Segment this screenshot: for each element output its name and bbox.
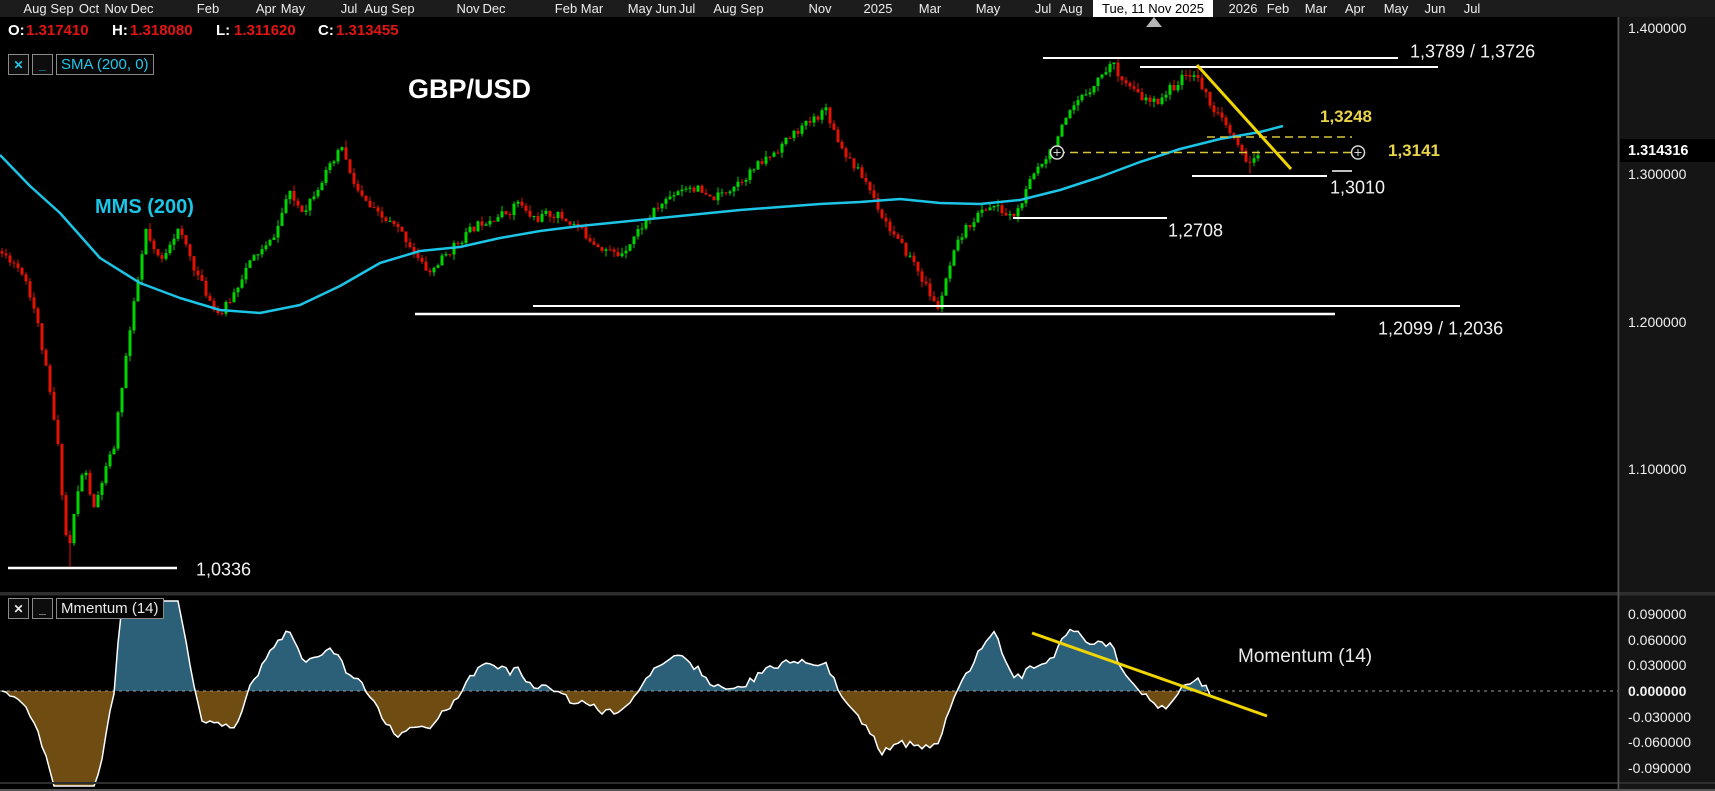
momentum-chip: ✕ _ Mmentum (14) xyxy=(8,598,164,619)
momentum-axis-tick: 0.090000 xyxy=(1628,606,1687,622)
timeline-month: Jun xyxy=(655,1,677,16)
date-highlight-badge: Tue, 11 Nov 2025 xyxy=(1093,0,1213,17)
annotation-label: 1,2708 xyxy=(1168,220,1224,241)
timeline-month: Jul xyxy=(1463,1,1481,16)
price-axis-tick: 1.200000 xyxy=(1628,314,1687,330)
timeline-month: Dec xyxy=(482,1,506,16)
momentum-axis-tick: 0.030000 xyxy=(1628,657,1687,673)
annotation-label: 1,3010 xyxy=(1330,177,1386,198)
timeline-month: Nov xyxy=(808,1,832,16)
timeline-month: Nov xyxy=(456,1,480,16)
timeline-month: Feb xyxy=(1266,1,1290,16)
timeline-month: 2025 xyxy=(863,1,893,16)
timeline-month: 2026 xyxy=(1228,1,1258,16)
ohlc-label-o: O: xyxy=(8,22,25,39)
momentum-series-label: Momentum (14) xyxy=(1238,646,1373,667)
date-pointer-icon xyxy=(1146,17,1162,27)
sma-series-label: MMS (200) xyxy=(95,196,194,218)
timeline-month: Jul xyxy=(1034,1,1052,16)
timeline-month: Aug xyxy=(23,1,47,16)
annotation-label: 1,0336 xyxy=(196,559,252,580)
trading-chart-window: Tue, 11 Nov 2025 Aug Sep Oct Nov Dec Feb Apr Ma… xyxy=(0,0,1715,791)
timeline-month: May xyxy=(627,1,653,16)
main-chart-svg xyxy=(0,17,1715,791)
timeline-month: Sep xyxy=(50,1,74,16)
momentum-axis-tick: -0.060000 xyxy=(1628,734,1692,750)
timeline-month: Jul xyxy=(340,1,358,16)
timeline-month: Sep xyxy=(391,1,415,16)
current-price-value: 1.314316 xyxy=(1628,142,1689,159)
price-axis-tick: 1.300000 xyxy=(1628,166,1687,182)
ohlc-label-c: C: xyxy=(318,22,334,39)
timeline-month: Aug xyxy=(364,1,388,16)
date-highlight-label: Tue, 11 Nov 2025 xyxy=(1102,1,1204,16)
timeline-month: May xyxy=(1383,1,1409,16)
momentum-axis-tick: 0.000000 xyxy=(1628,683,1687,699)
timeline-month: Apr xyxy=(255,1,277,16)
timeline-month: Sep xyxy=(740,1,764,16)
time-axis[interactable]: Tue, 11 Nov 2025 Aug Sep Oct Nov Dec Feb Apr Ma… xyxy=(0,0,1715,17)
timeline-month: Apr xyxy=(1344,1,1366,16)
timeline-month: May xyxy=(280,1,306,16)
timeline-month: Jul xyxy=(678,1,696,16)
annotation-label: 1,3789 / 1,3726 xyxy=(1410,41,1536,62)
timeline-month: Feb xyxy=(196,1,220,16)
timeline-month: Nov xyxy=(104,1,128,16)
timeline-month: Mar xyxy=(1304,1,1328,16)
sma-chip: ✕ _ SMA (200, 0) xyxy=(8,54,154,75)
momentum-minimize-button[interactable]: _ xyxy=(32,598,53,619)
ohlc-label-l: L: xyxy=(216,22,231,39)
timeline-month: Mar xyxy=(918,1,942,16)
ohlc-label-h: H: xyxy=(112,22,128,39)
momentum-axis-tick: 0.060000 xyxy=(1628,632,1687,648)
sma-chip-label[interactable]: SMA (200, 0) xyxy=(56,54,154,75)
sma-close-button[interactable]: ✕ xyxy=(8,54,29,75)
price-axis-tick: 1.400000 xyxy=(1628,20,1687,36)
sma-minimize-button[interactable]: _ xyxy=(32,54,53,75)
current-price-badge: 1.314316 xyxy=(1620,139,1715,162)
annotation-label: 1,2099 / 1,2036 xyxy=(1378,318,1504,339)
annotation-label: 1,3248 xyxy=(1320,107,1372,126)
momentum-close-button[interactable]: ✕ xyxy=(8,598,29,619)
timeline-month: Aug xyxy=(713,1,737,16)
ohlc-value-3: 1.313455 xyxy=(336,22,399,39)
timeline-month: Dec xyxy=(130,1,154,16)
timeline-month: Oct xyxy=(78,1,100,16)
momentum-chip-label[interactable]: Mmentum (14) xyxy=(56,598,164,619)
timeline-month: Feb xyxy=(554,1,578,16)
price-axis-tick: 1.100000 xyxy=(1628,461,1687,477)
ohlc-value-1: 1.318080 xyxy=(130,22,193,39)
ohlc-value-2: 1.311620 xyxy=(234,22,296,39)
symbol-title: GBP/USD xyxy=(408,74,532,104)
ohlc-value-0: 1.317410 xyxy=(26,22,89,39)
timeline-month: Mar xyxy=(580,1,604,16)
momentum-axis-tick: -0.090000 xyxy=(1628,760,1692,776)
timeline-month: Jun xyxy=(1424,1,1446,16)
momentum-axis-tick: -0.030000 xyxy=(1628,709,1692,725)
timeline-month: Aug xyxy=(1059,1,1083,16)
annotation-label: 1,3141 xyxy=(1388,141,1440,160)
timeline-month: May xyxy=(975,1,1001,16)
